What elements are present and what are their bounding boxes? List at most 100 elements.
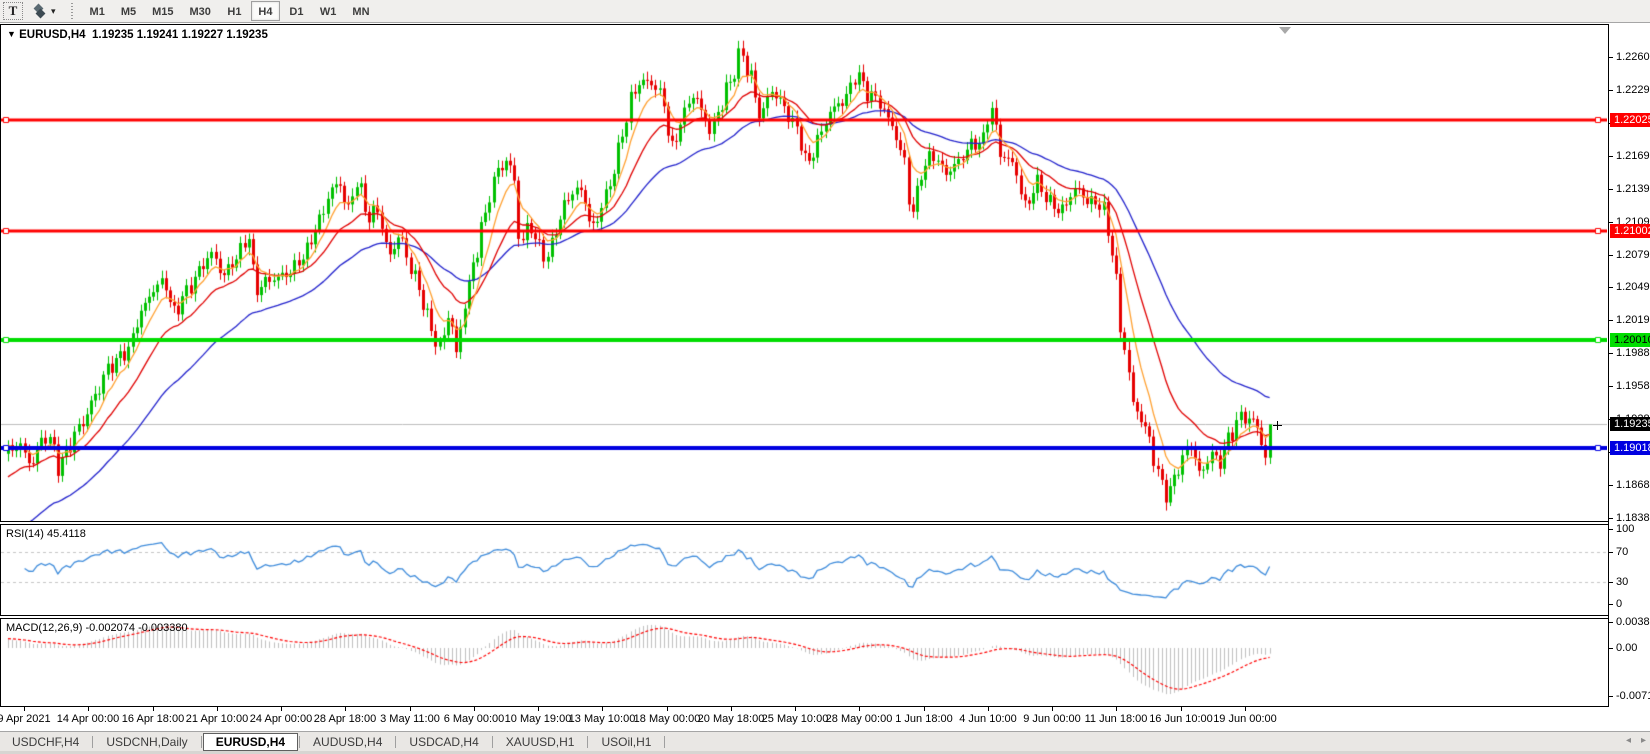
time-tick xyxy=(1052,707,1053,711)
macd-tick xyxy=(1609,696,1613,697)
chart-title: ▼ EURUSD,H4 1.19235 1.19241 1.19227 1.19… xyxy=(7,29,268,41)
timeframe-toolbar: M1M5M15M30H1H4D1W1MN xyxy=(82,1,378,21)
time-tick xyxy=(153,707,154,711)
macd-label: MACD(12,26,9) -0.002074 -0.003380 xyxy=(6,622,188,634)
main-chart-pane: ▼ EURUSD,H4 1.19235 1.19241 1.19227 1.19… xyxy=(0,24,1608,522)
price-tick-label: 1.20790 xyxy=(1616,249,1650,261)
top-toolbar: T ▾ M1M5M15M30H1H4D1W1MN xyxy=(0,0,1650,23)
price-tick-label: 1.19885 xyxy=(1616,347,1650,359)
rsi-indicator-pane: RSI(14) 45.4118 xyxy=(0,524,1608,616)
price-tick-label: 1.21695 xyxy=(1616,150,1650,162)
price-tick-label: 1.20190 xyxy=(1616,314,1650,326)
price-tick xyxy=(1609,353,1613,354)
rsi-chart-canvas[interactable] xyxy=(1,525,1607,615)
current-price-badge: 1.19235 xyxy=(1610,417,1650,431)
chart-tabs: USDCHF,H4USDCNH,DailyEURUSD,H4AUDUSD,H4U… xyxy=(0,731,1650,752)
tab-scroll-arrows: ◂ ▸ xyxy=(1626,734,1646,748)
macd-indicator-pane: MACD(12,26,9) -0.002074 -0.003380 xyxy=(0,618,1608,707)
time-tick xyxy=(1181,707,1182,711)
tab-separator xyxy=(201,736,202,748)
price-tick xyxy=(1609,90,1613,91)
time-axis[interactable]: 9 Apr 202114 Apr 00:0016 Apr 18:0021 Apr… xyxy=(0,707,1650,728)
time-tick xyxy=(538,707,539,711)
timeframe-button-w1[interactable]: W1 xyxy=(313,1,344,21)
price-tick-label: 1.22295 xyxy=(1616,84,1650,96)
price-tick xyxy=(1609,57,1613,58)
chart-shift-marker-icon[interactable] xyxy=(1279,27,1291,34)
tab-usdcad-h4[interactable]: USDCAD,H4 xyxy=(397,733,490,751)
time-tick xyxy=(602,707,603,711)
tab-separator xyxy=(92,736,93,748)
tab-usoil-h1[interactable]: USOil,H1 xyxy=(589,733,663,751)
timeframe-button-h4[interactable]: H4 xyxy=(251,1,280,21)
time-tick xyxy=(859,707,860,711)
rsi-tick-label: 70 xyxy=(1616,546,1628,558)
time-tick xyxy=(24,707,25,711)
timeframe-button-d1[interactable]: D1 xyxy=(282,1,311,21)
tab-xauusd-h1[interactable]: XAUUSD,H1 xyxy=(494,733,587,751)
timeframe-button-mn[interactable]: MN xyxy=(345,1,376,21)
rsi-tick xyxy=(1609,582,1613,583)
tab-eurusd-h4[interactable]: EURUSD,H4 xyxy=(203,733,298,751)
price-tick xyxy=(1609,222,1613,223)
chart-symbol-label: EURUSD,H4 xyxy=(19,29,85,41)
rsi-label: RSI(14) 45.4118 xyxy=(6,528,86,540)
time-tick xyxy=(345,707,346,711)
timeframe-button-m15[interactable]: M15 xyxy=(145,1,180,21)
chart-window: ▼ EURUSD,H4 1.19235 1.19241 1.19227 1.19… xyxy=(0,24,1650,728)
tab-usdcnh-daily[interactable]: USDCNH,Daily xyxy=(94,733,199,751)
text-tool-button[interactable]: T xyxy=(3,2,23,20)
tab-scroll-left-icon[interactable]: ◂ xyxy=(1626,734,1631,748)
timeframe-button-m30[interactable]: M30 xyxy=(183,1,218,21)
tab-separator xyxy=(664,736,665,748)
macd-tick-label: -0.007195 xyxy=(1616,690,1650,702)
time-tick xyxy=(88,707,89,711)
time-tick xyxy=(988,707,989,711)
macd-tick-label: 0.003873 xyxy=(1616,616,1650,628)
rsi-tick-label: 0 xyxy=(1616,598,1622,610)
price-tick xyxy=(1609,386,1613,387)
timeframe-button-m5[interactable]: M5 xyxy=(114,1,143,21)
tab-scroll-right-icon[interactable]: ▸ xyxy=(1641,734,1646,748)
rsi-tick xyxy=(1609,604,1613,605)
price-tick-label: 1.18680 xyxy=(1616,479,1650,491)
tab-separator xyxy=(587,736,588,748)
collapse-triangle-icon: ▼ xyxy=(7,29,16,39)
price-tick xyxy=(1609,320,1613,321)
macd-tick xyxy=(1609,622,1613,623)
chart-tab-bar: USDCHF,H4USDCNH,DailyEURUSD,H4AUDUSD,H4U… xyxy=(0,728,1650,754)
timeframe-button-h1[interactable]: H1 xyxy=(220,1,249,21)
macd-tick-label: 0.00 xyxy=(1616,642,1637,654)
time-tick xyxy=(795,707,796,711)
rsi-tick-label: 30 xyxy=(1616,576,1628,588)
price-chart-canvas[interactable] xyxy=(1,25,1607,521)
time-tick xyxy=(410,707,411,711)
time-tick xyxy=(731,707,732,711)
price-tick xyxy=(1609,156,1613,157)
time-tick xyxy=(667,707,668,711)
timeframe-button-m1[interactable]: M1 xyxy=(83,1,112,21)
rsi-tick-label: 100 xyxy=(1616,523,1634,535)
tab-separator xyxy=(492,736,493,748)
rsi-tick xyxy=(1609,529,1613,530)
time-tick xyxy=(281,707,282,711)
hline-price-badge: 1.21002 xyxy=(1610,224,1650,238)
macd-chart-canvas[interactable] xyxy=(1,619,1607,706)
hline-price-badge: 1.22025 xyxy=(1610,113,1650,127)
mouse-crosshair-icon xyxy=(1273,421,1282,430)
toolbar-grip[interactable] xyxy=(70,3,75,19)
tab-audusd-h4[interactable]: AUDUSD,H4 xyxy=(301,733,394,751)
rsi-tick xyxy=(1609,552,1613,553)
tab-separator xyxy=(299,736,300,748)
time-tick xyxy=(1116,707,1117,711)
tab-separator xyxy=(395,736,396,748)
time-tick xyxy=(217,707,218,711)
arrows-tool-button[interactable]: ▾ xyxy=(31,2,60,20)
price-tick xyxy=(1609,485,1613,486)
macd-tick xyxy=(1609,648,1613,649)
price-tick xyxy=(1609,255,1613,256)
tab-usdchf-h4[interactable]: USDCHF,H4 xyxy=(0,733,91,751)
chart-ohlc-values: 1.19235 1.19241 1.19227 1.19235 xyxy=(92,29,268,41)
price-axis[interactable]: 1.226001.222951.219951.216951.213951.210… xyxy=(1608,24,1650,707)
time-tick xyxy=(1245,707,1246,711)
